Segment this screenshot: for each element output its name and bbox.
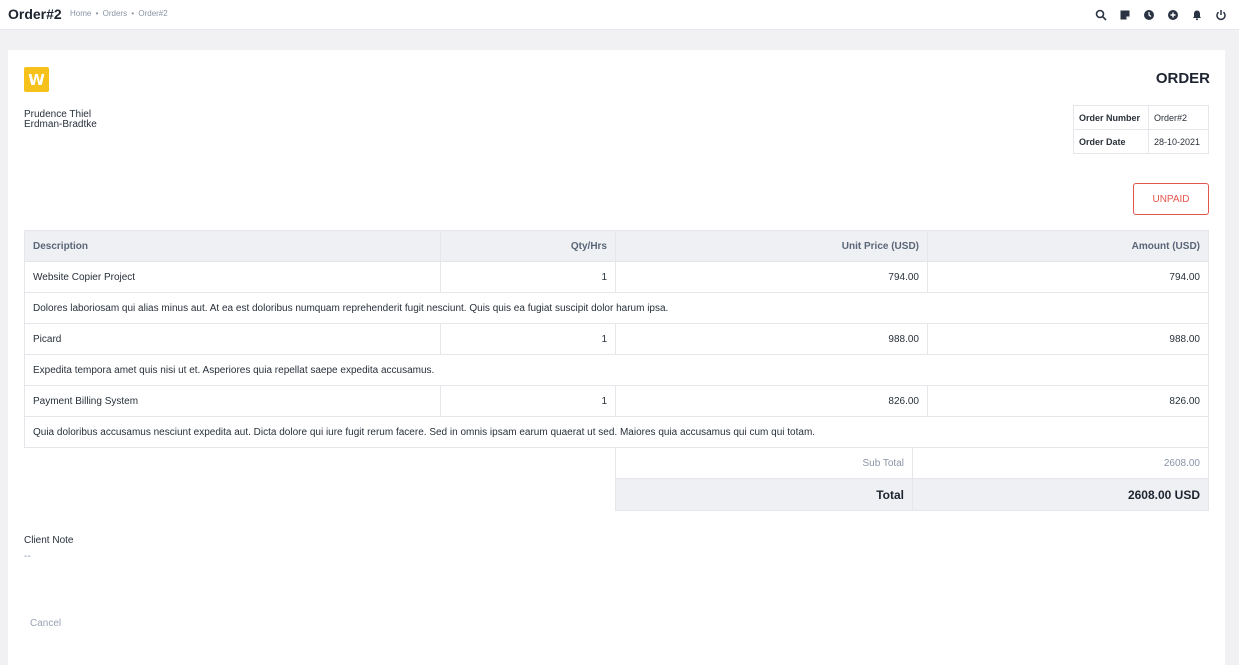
table-row: Picard 1 988.00 988.00 <box>24 323 1209 355</box>
top-icons <box>1089 5 1233 25</box>
breadcrumb-separator: • <box>131 9 135 18</box>
table-row-description: Dolores laboriosam qui alias minus aut. … <box>24 292 1209 324</box>
table-row: Payment Billing System 1 826.00 826.00 <box>24 385 1209 417</box>
client-info: Prudence Thiel Erdman-Bradtke <box>24 110 97 130</box>
clock-icon[interactable] <box>1137 5 1161 25</box>
page-title: Order#2 <box>8 6 62 22</box>
item-qty: 1 <box>440 261 616 293</box>
column-header-description: Description <box>24 230 441 262</box>
total-label: Total <box>615 478 913 511</box>
bell-icon[interactable] <box>1185 5 1209 25</box>
breadcrumb-separator: • <box>95 9 99 18</box>
item-amount: 988.00 <box>927 323 1209 355</box>
client-note-label: Client Note <box>24 535 74 546</box>
line-items-table: Description Qty/Hrs Unit Price (USD) Amo… <box>24 230 1209 448</box>
subtotal-value: 2608.00 <box>912 447 1209 479</box>
item-description: Expedita tempora amet quis nisi ut et. A… <box>24 354 1209 386</box>
cancel-button[interactable]: Cancel <box>30 618 61 629</box>
top-bar: Order#2 Home • Orders • Order#2 <box>0 0 1239 30</box>
add-circle-icon[interactable] <box>1161 5 1185 25</box>
item-amount: 826.00 <box>927 385 1209 417</box>
client-company: Erdman-Bradtke <box>24 119 97 130</box>
item-qty: 1 <box>440 385 616 417</box>
breadcrumb: Home • Orders • Order#2 <box>70 9 168 18</box>
column-header-amount: Amount (USD) <box>927 230 1209 262</box>
breadcrumb-orders[interactable]: Orders <box>103 9 127 18</box>
item-name: Picard <box>24 323 441 355</box>
company-logo: W <box>24 67 49 92</box>
search-icon[interactable] <box>1089 5 1113 25</box>
document-title: ORDER <box>1155 70 1210 87</box>
breadcrumb-home[interactable]: Home <box>70 9 91 18</box>
power-icon[interactable] <box>1209 5 1233 25</box>
table-row: Website Copier Project 1 794.00 794.00 <box>24 261 1209 293</box>
total-value: 2608.00 USD <box>912 478 1209 511</box>
status-button[interactable]: UNPAID <box>1133 183 1209 215</box>
breadcrumb-current: Order#2 <box>138 9 168 18</box>
item-name: Website Copier Project <box>24 261 441 293</box>
subtotal-row: Sub Total 2608.00 <box>615 447 1209 479</box>
column-header-qty: Qty/Hrs <box>440 230 616 262</box>
subtotal-label: Sub Total <box>615 447 913 479</box>
table-row-description: Expedita tempora amet quis nisi ut et. A… <box>24 354 1209 386</box>
column-header-unit-price: Unit Price (USD) <box>615 230 928 262</box>
item-description: Dolores laboriosam qui alias minus aut. … <box>24 292 1209 324</box>
meta-value: 28-10-2021 <box>1148 129 1209 154</box>
item-unit-price: 794.00 <box>615 261 928 293</box>
table-row-description: Quia doloribus accusamus nesciunt expedi… <box>24 416 1209 448</box>
logo-letter: W <box>28 70 45 89</box>
item-description: Quia doloribus accusamus nesciunt expedi… <box>24 416 1209 448</box>
meta-value: Order#2 <box>1148 105 1209 130</box>
item-qty: 1 <box>440 323 616 355</box>
totals-table: Sub Total 2608.00 Total 2608.00 USD <box>615 447 1209 511</box>
table-header-row: Description Qty/Hrs Unit Price (USD) Amo… <box>24 230 1209 262</box>
order-card: W Prudence Thiel Erdman-Bradtke ORDER Or… <box>8 50 1225 665</box>
meta-row-order-number: Order Number Order#2 <box>1073 105 1209 130</box>
note-icon[interactable] <box>1113 5 1137 25</box>
item-name: Payment Billing System <box>24 385 441 417</box>
meta-label: Order Date <box>1073 129 1149 154</box>
item-amount: 794.00 <box>927 261 1209 293</box>
meta-label: Order Number <box>1073 105 1149 130</box>
total-row: Total 2608.00 USD <box>615 478 1209 511</box>
client-note-value: -- <box>24 551 31 562</box>
item-unit-price: 988.00 <box>615 323 928 355</box>
order-meta-table: Order Number Order#2 Order Date 28-10-20… <box>1073 105 1209 154</box>
item-unit-price: 826.00 <box>615 385 928 417</box>
meta-row-order-date: Order Date 28-10-2021 <box>1073 129 1209 154</box>
